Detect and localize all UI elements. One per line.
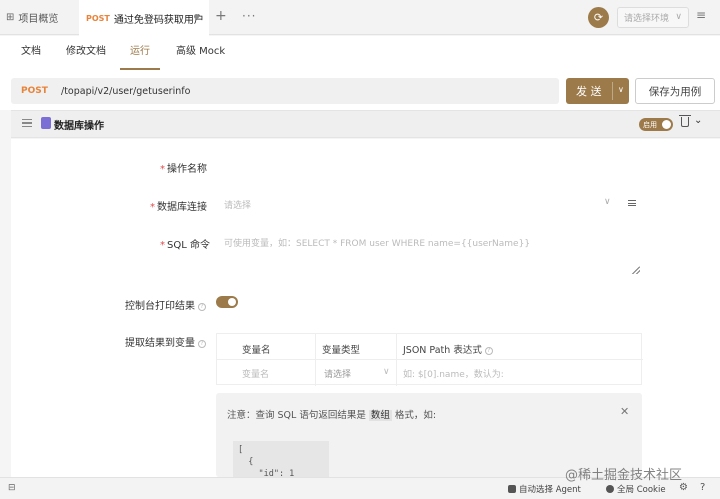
settings-icon[interactable]: ⚙ bbox=[679, 482, 688, 493]
note-text: 注意：查询 SQL 语句返回结果是 数组 格式，如: bbox=[227, 407, 436, 421]
variable-type-select[interactable]: 请选择 bbox=[324, 367, 351, 380]
url-input[interactable]: POST /topapi/v2/user/getuserinfo bbox=[11, 78, 559, 104]
sql-command-textarea[interactable]: 可使用变量，如：SELECT * FROM user WHERE name={{… bbox=[224, 236, 530, 249]
db-connection-label: * 数据库连接 bbox=[150, 198, 207, 213]
column-divider bbox=[315, 334, 316, 386]
info-icon: ? bbox=[198, 303, 206, 311]
request-url-row: POST /topapi/v2/user/getuserinfo 发 送 ∨ 保… bbox=[0, 70, 720, 110]
info-icon: ? bbox=[198, 340, 206, 348]
extract-to-variable-label-text: 提取结果到变量 bbox=[125, 338, 195, 349]
chevron-down-icon: ∨ bbox=[604, 197, 611, 207]
required-asterisk: * bbox=[160, 240, 165, 251]
db-operation-header: 数据库操作 启用 ⌄ bbox=[11, 110, 720, 138]
send-button-divider bbox=[612, 82, 613, 100]
note-code-example: [ { "id": 1 bbox=[233, 441, 329, 477]
info-icon: ? bbox=[484, 347, 493, 355]
console-print-toggle[interactable] bbox=[216, 296, 238, 308]
operation-name-input[interactable] bbox=[222, 154, 642, 176]
more-tabs-icon[interactable]: ··· bbox=[242, 9, 256, 23]
column-divider bbox=[396, 334, 397, 386]
header-json-path: JSON Path 表达式? bbox=[403, 342, 493, 356]
note-prefix: 注意：查询 SQL 语句返回结果是 bbox=[227, 410, 366, 421]
row-divider bbox=[217, 359, 643, 360]
send-button[interactable]: 发 送 ∨ bbox=[566, 78, 629, 104]
extract-to-variable-label: 提取结果到变量? bbox=[125, 334, 206, 349]
operation-name-label-text: 操作名称 bbox=[167, 164, 207, 175]
header-variable-type: 变量类型 bbox=[322, 345, 361, 356]
agent-selector-label: 自动选择 Agent bbox=[519, 485, 581, 495]
request-path[interactable]: /topapi/v2/user/getuserinfo bbox=[61, 86, 190, 97]
drag-handle-icon[interactable] bbox=[22, 119, 32, 127]
request-method[interactable]: POST bbox=[21, 86, 59, 96]
environment-select-placeholder: 请选择环境 bbox=[624, 14, 670, 24]
subtab-run[interactable]: 运行 bbox=[120, 36, 160, 70]
subtab-edit-docs[interactable]: 修改文档 bbox=[66, 36, 106, 70]
global-cookie-label: 全局 Cookie bbox=[617, 485, 666, 495]
sidebar-toggle-icon[interactable]: ⊟ bbox=[8, 483, 16, 493]
tab-project-overview[interactable]: ⊞ 项目概览 bbox=[0, 0, 66, 35]
db-operation-title: 数据库操作 bbox=[54, 121, 104, 132]
tab-project-overview-label: 项目概览 bbox=[18, 14, 59, 25]
variable-table: 变量名 变量类型 JSON Path 表达式? 变量名 请选择 ∨ 如: $[0… bbox=[216, 333, 643, 386]
console-print-label: 控制台打印结果? bbox=[125, 297, 206, 312]
environment-settings-icon[interactable]: ⟳ bbox=[588, 7, 609, 28]
save-as-case-button[interactable]: 保存为用例 bbox=[635, 78, 715, 104]
header-json-path-label: JSON Path 表达式 bbox=[403, 345, 482, 356]
chevron-down-icon[interactable]: ∨ bbox=[618, 85, 624, 94]
subtab-advanced-mock[interactable]: 高级 Mock bbox=[176, 36, 225, 70]
sql-command-label-text: SQL 命令 bbox=[167, 240, 210, 251]
add-tab-icon[interactable]: + bbox=[215, 8, 227, 24]
trash-icon[interactable] bbox=[679, 115, 691, 127]
agent-icon bbox=[508, 485, 516, 493]
enable-toggle-label: 启用 bbox=[643, 120, 657, 129]
subtab-docs[interactable]: 文档 bbox=[21, 36, 41, 70]
console-print-label-text: 控制台打印结果 bbox=[125, 301, 195, 312]
note-suffix: 格式，如: bbox=[394, 410, 437, 421]
variable-name-input[interactable]: 变量名 bbox=[242, 367, 269, 380]
json-path-input[interactable]: 如: $[0].name，数认为: $ bbox=[403, 367, 507, 380]
operation-name-label: * 操作名称 bbox=[160, 160, 207, 175]
toggle-knob bbox=[662, 120, 671, 129]
environment-select[interactable]: 请选择环境 ∨ bbox=[617, 7, 689, 28]
chevron-down-icon: ∨ bbox=[675, 12, 682, 22]
grid-icon: ⊞ bbox=[6, 12, 15, 23]
resize-handle-icon[interactable] bbox=[631, 265, 640, 274]
environment-menu-icon[interactable]: ≡ bbox=[696, 8, 706, 22]
cookie-icon bbox=[606, 485, 614, 493]
request-subtabs: 文档 修改文档 运行 高级 Mock bbox=[0, 36, 720, 70]
global-cookie-button[interactable]: 全局 Cookie bbox=[606, 483, 666, 495]
chevron-down-icon[interactable]: ⌄ bbox=[694, 115, 702, 126]
enable-toggle[interactable]: 启用 bbox=[639, 118, 673, 131]
help-icon[interactable]: ? bbox=[700, 482, 705, 493]
agent-selector[interactable]: 自动选择 Agent bbox=[508, 483, 581, 495]
required-asterisk: * bbox=[150, 202, 155, 213]
watermark: @稀土掘金技术社区 bbox=[565, 468, 683, 483]
send-button-label: 发 送 bbox=[576, 85, 602, 98]
sql-command-label: * SQL 命令 bbox=[160, 236, 210, 251]
unsaved-dot-icon[interactable] bbox=[194, 14, 199, 19]
close-icon[interactable]: ✕ bbox=[620, 405, 629, 418]
chevron-down-icon: ∨ bbox=[383, 367, 390, 377]
required-asterisk: * bbox=[160, 164, 165, 175]
database-icon bbox=[41, 117, 51, 129]
tab-method-badge: POST bbox=[86, 13, 110, 23]
top-tab-bar: ⊞ 项目概览 POST 通过免登码获取用户 + ··· ⟳ 请选择环境 ∨ ≡ bbox=[0, 0, 720, 36]
header-variable-name: 变量名 bbox=[242, 345, 271, 356]
list-icon[interactable] bbox=[628, 200, 636, 206]
tab-active-request[interactable]: POST 通过免登码获取用户 bbox=[79, 0, 209, 36]
db-connection-label-text: 数据库连接 bbox=[157, 202, 207, 213]
db-connection-select[interactable]: 请选择 bbox=[224, 198, 251, 211]
toggle-knob bbox=[228, 298, 236, 306]
note-keyword: 数组 bbox=[368, 410, 392, 421]
